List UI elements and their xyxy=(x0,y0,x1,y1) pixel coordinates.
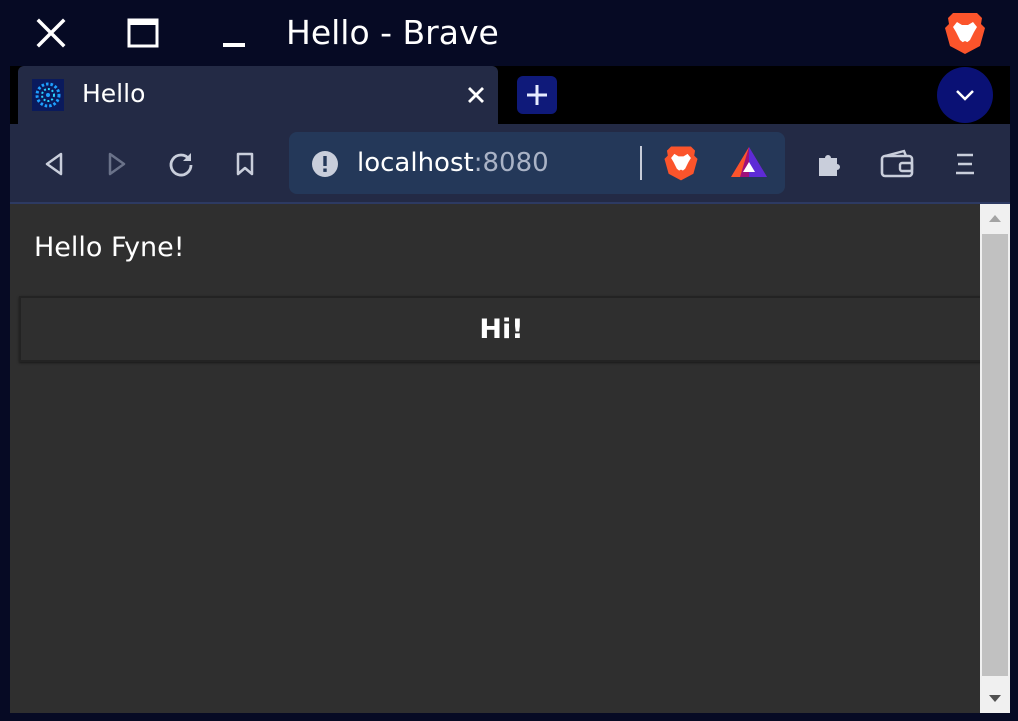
brave-rewards-icon xyxy=(731,147,767,177)
url-port: :8080 xyxy=(473,148,549,178)
wallet-icon xyxy=(880,149,914,178)
vertical-scrollbar[interactable] xyxy=(980,204,1010,713)
reload-icon xyxy=(169,153,193,177)
plus-icon xyxy=(527,85,547,105)
reload-button[interactable] xyxy=(161,144,201,184)
scroll-down-button[interactable] xyxy=(980,685,1010,713)
scroll-thumb[interactable] xyxy=(982,234,1008,676)
tab-search-button[interactable] xyxy=(937,67,993,123)
address-bar[interactable]: localhost:8080 xyxy=(289,132,785,194)
extensions-icon xyxy=(819,155,840,176)
maximize-icon xyxy=(127,18,159,48)
brave-rewards-button[interactable] xyxy=(729,144,769,182)
bookmark-icon xyxy=(236,152,254,176)
window-titlebar: Hello - Brave xyxy=(0,0,1018,66)
browser-toolbar: localhost:8080 xyxy=(10,124,1010,204)
tab-title: Hello xyxy=(82,79,146,108)
forward-button[interactable] xyxy=(97,144,137,184)
brave-lion-icon xyxy=(944,10,986,56)
forward-icon xyxy=(108,152,126,176)
back-button[interactable] xyxy=(34,144,74,184)
extensions-button[interactable] xyxy=(810,144,850,184)
url-text[interactable]: localhost:8080 xyxy=(357,146,549,180)
url-host: localhost xyxy=(357,148,474,178)
back-icon xyxy=(45,152,63,176)
window-close-button[interactable] xyxy=(32,14,70,52)
main-menu-button[interactable] xyxy=(945,144,985,184)
page-content: Hello Fyne! Hi! xyxy=(10,204,1010,713)
menu-icon xyxy=(956,153,974,175)
window-maximize-button[interactable] xyxy=(124,14,162,52)
tab-close-button[interactable] xyxy=(462,81,490,109)
arrow-up-icon xyxy=(989,215,1001,222)
chevron-down-icon xyxy=(956,90,974,101)
bookmark-button[interactable] xyxy=(225,144,265,184)
close-icon xyxy=(468,87,484,103)
arrow-down-icon xyxy=(989,695,1001,702)
scroll-up-button[interactable] xyxy=(980,204,1010,232)
omnibox-divider xyxy=(640,146,642,180)
info-icon[interactable] xyxy=(311,150,339,178)
hi-button[interactable]: Hi! xyxy=(19,296,984,362)
tab-hello[interactable]: Hello xyxy=(18,66,498,124)
wallet-button[interactable] xyxy=(877,144,917,184)
tab-strip: Hello xyxy=(10,66,1010,124)
brave-shields-button[interactable] xyxy=(663,144,699,182)
brave-shields-icon xyxy=(664,146,698,181)
close-icon xyxy=(36,18,66,48)
minimize-icon xyxy=(223,43,245,47)
hello-label: Hello Fyne! xyxy=(34,232,185,263)
new-tab-button[interactable] xyxy=(517,76,557,114)
window-minimize-button[interactable] xyxy=(215,14,253,52)
fyne-favicon xyxy=(32,79,64,111)
window-title: Hello - Brave xyxy=(286,13,499,52)
